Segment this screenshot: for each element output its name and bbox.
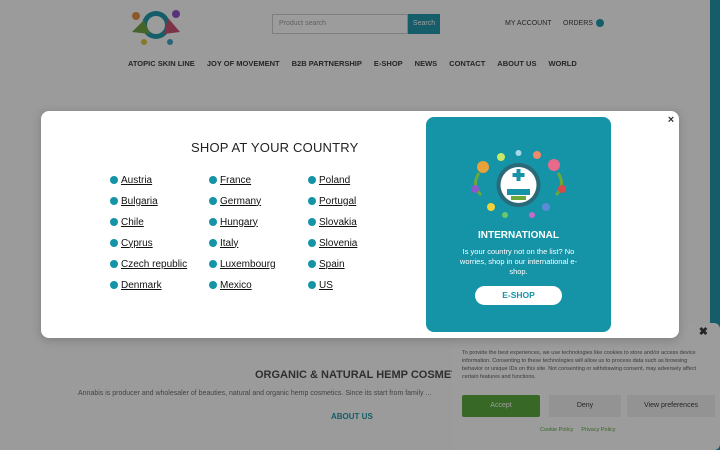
country-link-austria[interactable]: Austria	[110, 173, 152, 187]
country-label: Mexico	[220, 279, 252, 291]
country-selector-modal: × SHOP AT YOUR COUNTRY Austria Bulgaria …	[41, 111, 679, 338]
international-title: INTERNATIONAL	[478, 230, 559, 241]
bullet-icon	[308, 239, 316, 247]
country-link-spain[interactable]: Spain	[308, 257, 345, 271]
country-link-luxembourg[interactable]: Luxembourg	[209, 257, 276, 271]
bullet-icon	[209, 260, 217, 268]
e-shop-button[interactable]: E-SHOP	[475, 286, 562, 305]
country-label: Hungary	[220, 216, 258, 228]
bullet-icon	[110, 176, 118, 184]
country-label: US	[319, 279, 333, 291]
country-link-slovakia[interactable]: Slovakia	[308, 215, 357, 229]
close-icon[interactable]: ×	[665, 114, 677, 126]
bullet-icon	[110, 239, 118, 247]
country-link-portugal[interactable]: Portugal	[308, 194, 356, 208]
country-link-us[interactable]: US	[308, 278, 333, 292]
country-label: Portugal	[319, 195, 357, 207]
international-description: Is your country not on the list? No worr…	[459, 247, 578, 276]
country-link-cyprus[interactable]: Cyprus	[110, 236, 153, 250]
country-label: Germany	[220, 195, 262, 207]
country-link-mexico[interactable]: Mexico	[209, 278, 252, 292]
bullet-icon	[308, 281, 316, 289]
country-label: Austria	[121, 174, 153, 186]
country-label: Slovakia	[319, 216, 357, 228]
country-link-chile[interactable]: Chile	[110, 215, 144, 229]
country-label: Cyprus	[121, 237, 153, 249]
country-label: Poland	[319, 174, 351, 186]
bullet-icon	[209, 197, 217, 205]
country-label: Italy	[220, 237, 239, 249]
bullet-icon	[209, 281, 217, 289]
country-label: Denmark	[121, 279, 162, 291]
country-label: Slovenia	[319, 237, 358, 249]
bullet-icon	[308, 176, 316, 184]
country-label: Czech republic	[121, 258, 188, 270]
country-label: Luxembourg	[220, 258, 276, 270]
country-link-bulgaria[interactable]: Bulgaria	[110, 194, 158, 208]
country-label: Bulgaria	[121, 195, 158, 207]
country-link-poland[interactable]: Poland	[308, 173, 350, 187]
country-label: Spain	[319, 258, 345, 270]
bullet-icon	[209, 176, 217, 184]
bullet-icon	[209, 218, 217, 226]
bullet-icon	[110, 197, 118, 205]
bullet-icon	[308, 260, 316, 268]
country-link-germany[interactable]: Germany	[209, 194, 261, 208]
country-link-italy[interactable]: Italy	[209, 236, 238, 250]
country-link-france[interactable]: France	[209, 173, 251, 187]
bullet-icon	[110, 281, 118, 289]
country-link-denmark[interactable]: Denmark	[110, 278, 162, 292]
bullet-icon	[209, 239, 217, 247]
country-label: France	[220, 174, 252, 186]
country-label: Chile	[121, 216, 144, 228]
brand-logo	[471, 150, 566, 218]
country-link-czech-republic[interactable]: Czech republic	[110, 257, 187, 271]
international-panel: INTERNATIONAL Is your country not on the…	[426, 117, 611, 332]
country-link-slovenia[interactable]: Slovenia	[308, 236, 357, 250]
modal-title: SHOP AT YOUR COUNTRY	[191, 140, 359, 155]
bullet-icon	[308, 197, 316, 205]
bullet-icon	[110, 218, 118, 226]
country-link-hungary[interactable]: Hungary	[209, 215, 258, 229]
bullet-icon	[308, 218, 316, 226]
bullet-icon	[110, 260, 118, 268]
